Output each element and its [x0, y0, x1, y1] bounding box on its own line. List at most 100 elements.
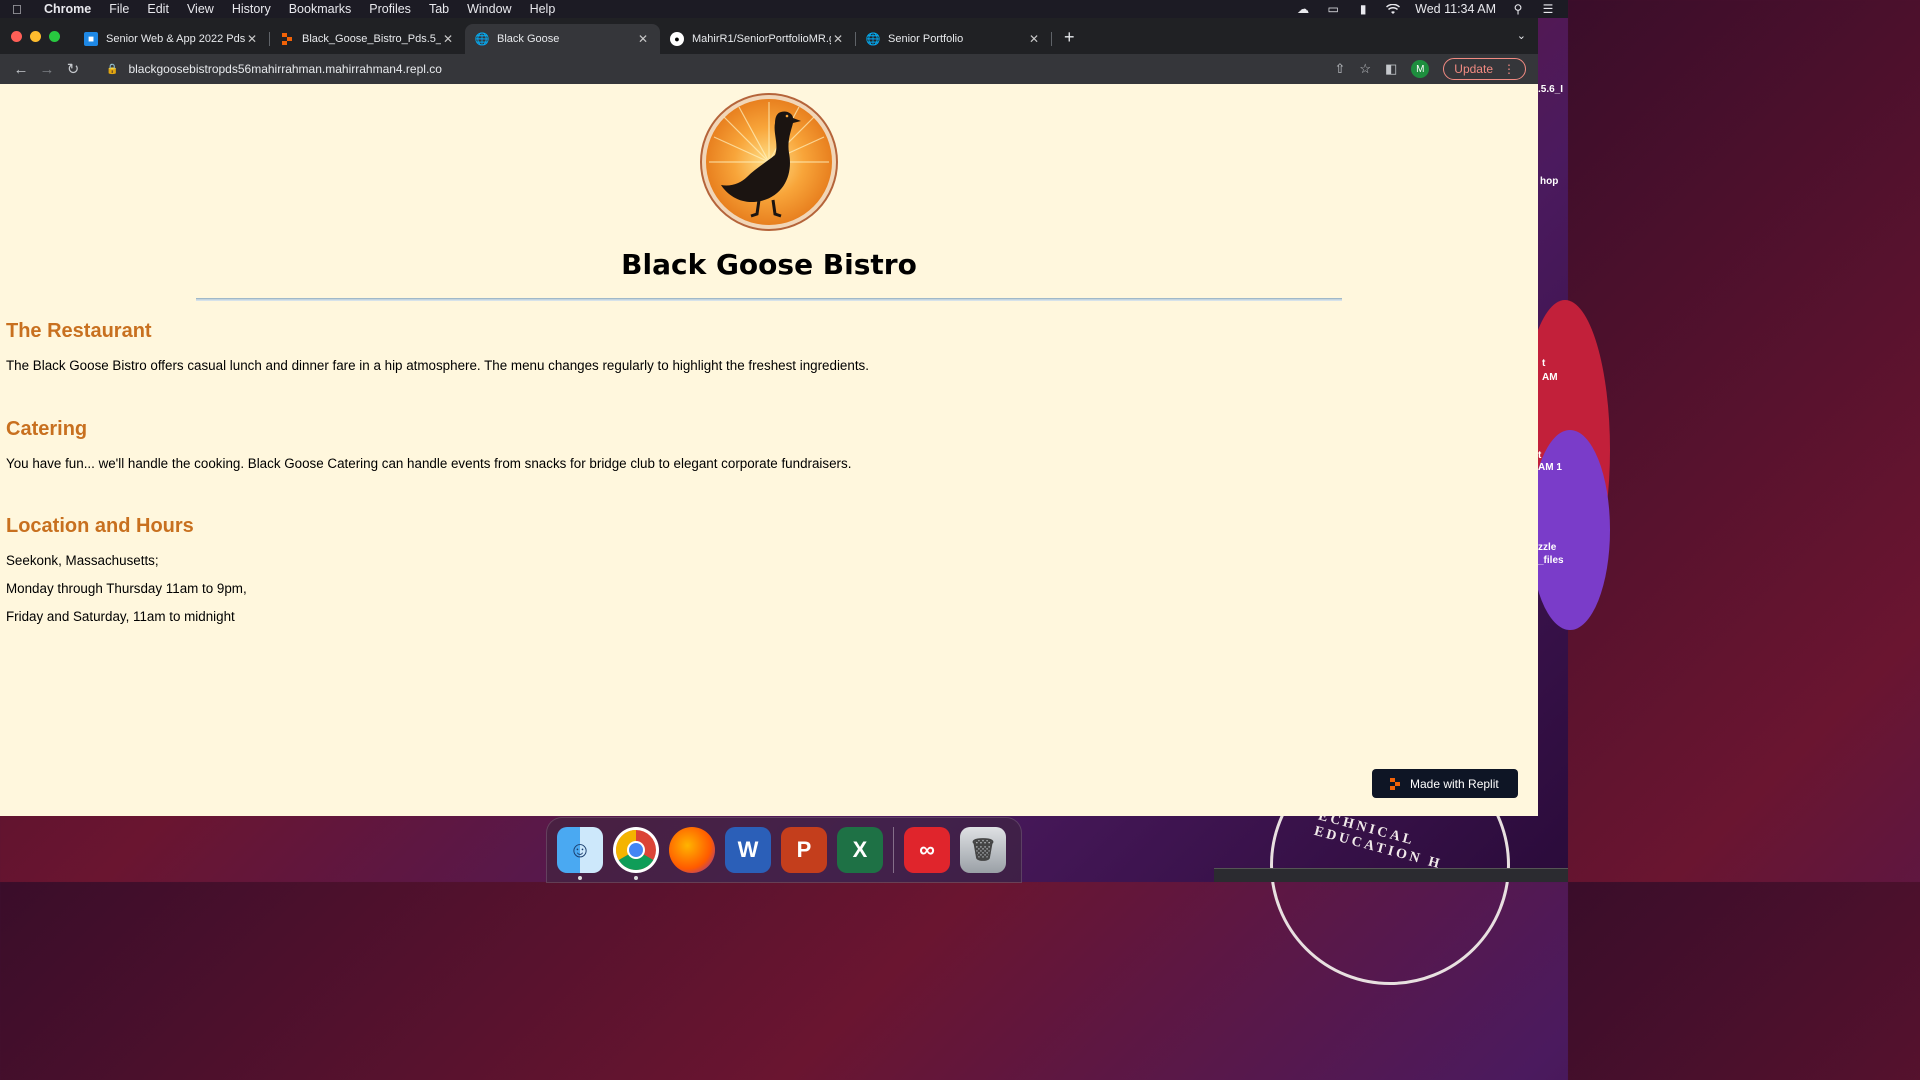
window-controls [0, 31, 74, 54]
replit-icon [1390, 777, 1402, 790]
close-tab-icon[interactable]: ✕ [636, 32, 650, 46]
toolbar-actions: ⇧ ☆ ◧ M Update ⋮ [1334, 58, 1530, 80]
location-text: Seekonk, Massachusetts; [6, 553, 159, 568]
menubar-clock[interactable]: Wed 11:34 AM [1415, 2, 1496, 16]
black-goose-logo [700, 93, 838, 231]
menu-help[interactable]: Help [530, 2, 556, 16]
battery-icon[interactable]: ▮ [1355, 2, 1371, 16]
profile-avatar[interactable]: M [1411, 60, 1430, 78]
share-icon[interactable]: ⇧ [1334, 61, 1345, 77]
update-button[interactable]: Update ⋮ [1443, 58, 1526, 80]
replit-icon [280, 32, 294, 46]
word-icon[interactable]: W [725, 827, 771, 873]
running-indicator [578, 876, 582, 880]
browser-window: ■ Senior Web & App 2022 Pds. 5 ✕ Black_G… [0, 18, 1538, 816]
google-classroom-icon: ■ [84, 32, 98, 46]
tab-label: Senior Web & App 2022 Pds. 5 [106, 33, 245, 45]
tab-black-goose[interactable]: 🌐 Black Goose ✕ [465, 24, 660, 54]
spotlight-search-icon[interactable]: ⚲ [1510, 2, 1526, 16]
tab-github-portfolio[interactable]: ● MahirR1/SeniorPortfolioMR.gith ✕ [660, 24, 855, 54]
finder-icon[interactable]: ☺ [557, 827, 603, 880]
restaurant-heading: The Restaurant [6, 320, 152, 342]
horizontal-rule [196, 298, 1342, 301]
wallpaper-purple-shape [1530, 430, 1610, 630]
url-text[interactable]: blackgoosebistropds56mahirrahman.mahirra… [128, 62, 442, 76]
creative-cloud-icon[interactable]: ☁ [1295, 2, 1311, 16]
creative-cloud-folder-icon[interactable]: ∞ [904, 827, 950, 873]
excel-icon[interactable]: X [837, 827, 883, 873]
page-title: Black Goose Bistro [621, 248, 917, 281]
macos-menubar:  Chrome File Edit View History Bookmark… [0, 0, 1568, 18]
macos-dock: ☺ W P X ∞ 🗑 [546, 817, 1022, 883]
menu-app-name[interactable]: Chrome [44, 2, 91, 16]
apple-icon[interactable]:  [12, 2, 26, 17]
menu-edit[interactable]: Edit [147, 2, 169, 16]
desktop-label[interactable]: t [1542, 358, 1545, 370]
hours-weekday-text: Monday through Thursday 11am to 9pm, [6, 581, 247, 596]
desktop-label[interactable]: t [1538, 450, 1541, 462]
tab-search-chevron-icon[interactable]: ⌄ [1517, 29, 1526, 42]
github-icon: ● [670, 32, 684, 46]
replit-badge-label: Made with Replit [1410, 776, 1499, 791]
trash-icon[interactable]: 🗑 [960, 827, 1006, 873]
control-center-icon[interactable]: ☰ [1540, 2, 1556, 16]
catering-description: You have fun... we'll handle the cooking… [6, 456, 852, 471]
menu-tab[interactable]: Tab [429, 2, 449, 16]
back-button[interactable]: ← [8, 61, 34, 78]
menu-file[interactable]: File [109, 2, 129, 16]
tab-label: Black_Goose_Bistro_Pds.5_6_M [302, 33, 441, 45]
catering-heading: Catering [6, 418, 88, 440]
tab-senior-portfolio[interactable]: 🌐 Senior Portfolio ✕ [856, 24, 1051, 54]
minimize-window-button[interactable] [30, 31, 41, 42]
menu-profiles[interactable]: Profiles [369, 2, 411, 16]
tab-label: Senior Portfolio [888, 33, 964, 45]
bookmark-star-icon[interactable]: ☆ [1359, 61, 1371, 77]
restaurant-description: The Black Goose Bistro offers casual lun… [6, 358, 869, 373]
menu-bookmarks[interactable]: Bookmarks [289, 2, 352, 16]
menu-window[interactable]: Window [467, 2, 511, 16]
zoom-window-button[interactable] [49, 31, 60, 42]
tab-senior-web-app[interactable]: ■ Senior Web & App 2022 Pds. 5 ✕ [74, 24, 269, 54]
side-panel-icon[interactable]: ◧ [1385, 61, 1397, 77]
chrome-icon[interactable] [613, 827, 659, 880]
running-indicator [634, 876, 638, 880]
desktop-label[interactable]: zzle [1538, 542, 1556, 554]
browser-toolbar: ← → ↻ 🔒 blackgoosebistropds56mahirrahman… [0, 54, 1538, 84]
close-tab-icon[interactable]: ✕ [831, 32, 845, 46]
desktop-label[interactable]: .5.6_I [1538, 84, 1563, 96]
new-tab-button[interactable]: + [1064, 27, 1075, 48]
update-label: Update [1454, 62, 1493, 76]
hours-weekend-text: Friday and Saturday, 11am to midnight [6, 609, 235, 624]
tab-strip: ■ Senior Web & App 2022 Pds. 5 ✕ Black_G… [0, 18, 1538, 54]
desktop-label[interactable]: AM 1 [1538, 462, 1562, 474]
dock-separator [893, 827, 894, 873]
desktop-label[interactable]: hop [1540, 176, 1558, 188]
forward-button[interactable]: → [34, 61, 60, 78]
tab-separator [1051, 32, 1052, 46]
desktop-label[interactable]: AM [1542, 372, 1558, 384]
tab-label: MahirR1/SeniorPortfolioMR.gith [692, 33, 831, 45]
lock-icon[interactable]: 🔒 [106, 64, 118, 75]
reload-button[interactable]: ↻ [60, 60, 86, 78]
tab-black-goose-replit[interactable]: Black_Goose_Bistro_Pds.5_6_M ✕ [270, 24, 465, 54]
globe-icon: 🌐 [474, 32, 490, 46]
airplay-icon[interactable]: ▭ [1325, 2, 1341, 16]
powerpoint-icon[interactable]: P [781, 827, 827, 873]
menu-view[interactable]: View [187, 2, 214, 16]
desktop-label[interactable]: _files [1538, 555, 1564, 567]
made-with-replit-badge[interactable]: Made with Replit [1372, 769, 1518, 798]
kebab-menu-icon: ⋮ [1503, 62, 1515, 76]
wifi-icon[interactable] [1385, 3, 1401, 15]
menu-history[interactable]: History [232, 2, 271, 16]
menubar-status-area: ☁ ▭ ▮ Wed 11:34 AM ⚲ ☰ [1295, 2, 1556, 16]
location-hours-heading: Location and Hours [6, 515, 194, 537]
globe-icon: 🌐 [865, 32, 881, 46]
firefox-icon[interactable] [669, 827, 715, 873]
close-tab-icon[interactable]: ✕ [245, 32, 259, 46]
tab-label: Black Goose [497, 33, 560, 45]
close-tab-icon[interactable]: ✕ [1027, 32, 1041, 46]
desktop-window-edge [1214, 868, 1568, 882]
close-window-button[interactable] [11, 31, 22, 42]
close-tab-icon[interactable]: ✕ [441, 32, 455, 46]
address-bar[interactable]: 🔒 blackgoosebistropds56mahirrahman.mahir… [96, 57, 1334, 81]
